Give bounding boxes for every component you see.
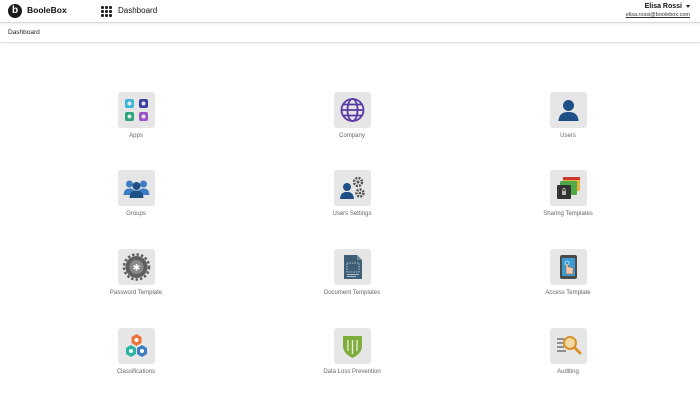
- tile-auditing[interactable]: Auditing: [513, 328, 623, 388]
- breadcrumb-bar: Dashboard: [0, 24, 700, 43]
- boolebox-logo-icon[interactable]: b: [8, 4, 22, 18]
- tile-password-template[interactable]: ✱ Password Template: [81, 249, 191, 309]
- breadcrumb: Dashboard: [8, 29, 40, 36]
- tile-label: Password Template: [109, 290, 163, 296]
- tile-label: Company: [339, 133, 365, 139]
- page-title: Dashboard: [118, 6, 158, 15]
- shield-icon: [334, 328, 371, 364]
- brand-name[interactable]: BooleBox: [27, 5, 67, 15]
- tile-label: Data Loss Prevention: [323, 369, 381, 375]
- tile-sharing-templates[interactable]: Sharing Templates: [513, 170, 623, 230]
- tile-label: Users: [560, 133, 576, 139]
- user-email[interactable]: elisa.rossi@boolebox.com: [626, 12, 690, 18]
- tile-label: Sharing Templates: [543, 211, 593, 217]
- tile-label: Apps: [129, 133, 143, 139]
- access-tablet-icon: [550, 249, 587, 285]
- classifications-hex-icon: [118, 328, 155, 364]
- tile-groups[interactable]: Groups: [81, 170, 191, 230]
- tile-data-loss-prevention[interactable]: Data Loss Prevention: [297, 328, 407, 388]
- top-bar: b BooleBox Dashboard Elisa Rossi elisa.r…: [0, 0, 700, 23]
- document-template-icon: [334, 249, 371, 285]
- apps-icon: [118, 92, 155, 128]
- user-name[interactable]: Elisa Rossi: [645, 3, 682, 10]
- tile-company[interactable]: Company: [297, 92, 407, 152]
- tile-users-settings[interactable]: Users Settings: [297, 170, 407, 230]
- tile-label: Document Templates: [323, 290, 381, 296]
- group-icon: [118, 170, 155, 206]
- tile-label: Access Template: [545, 290, 591, 296]
- tile-users[interactable]: Users: [513, 92, 623, 152]
- tile-classifications[interactable]: Classifications: [81, 328, 191, 388]
- svg-text:✱: ✱: [133, 264, 141, 274]
- tile-label: Classifications: [116, 369, 156, 375]
- user-icon: [550, 92, 587, 128]
- app-launcher-icon[interactable]: [101, 6, 112, 17]
- tile-label: Groups: [126, 211, 146, 217]
- audit-magnifier-icon: [550, 328, 587, 364]
- tile-access-template[interactable]: Access Template: [513, 249, 623, 309]
- tile-apps[interactable]: Apps: [81, 92, 191, 152]
- globe-icon: [334, 92, 371, 128]
- password-gear-icon: ✱: [118, 249, 155, 285]
- user-settings-icon: [334, 170, 371, 206]
- tile-document-templates[interactable]: Document Templates: [297, 249, 407, 309]
- tile-label: Auditing: [557, 369, 579, 375]
- user-menu-caret-icon[interactable]: [686, 5, 690, 8]
- sharing-templates-icon: [550, 170, 587, 206]
- tile-label: Users Settings: [332, 211, 372, 217]
